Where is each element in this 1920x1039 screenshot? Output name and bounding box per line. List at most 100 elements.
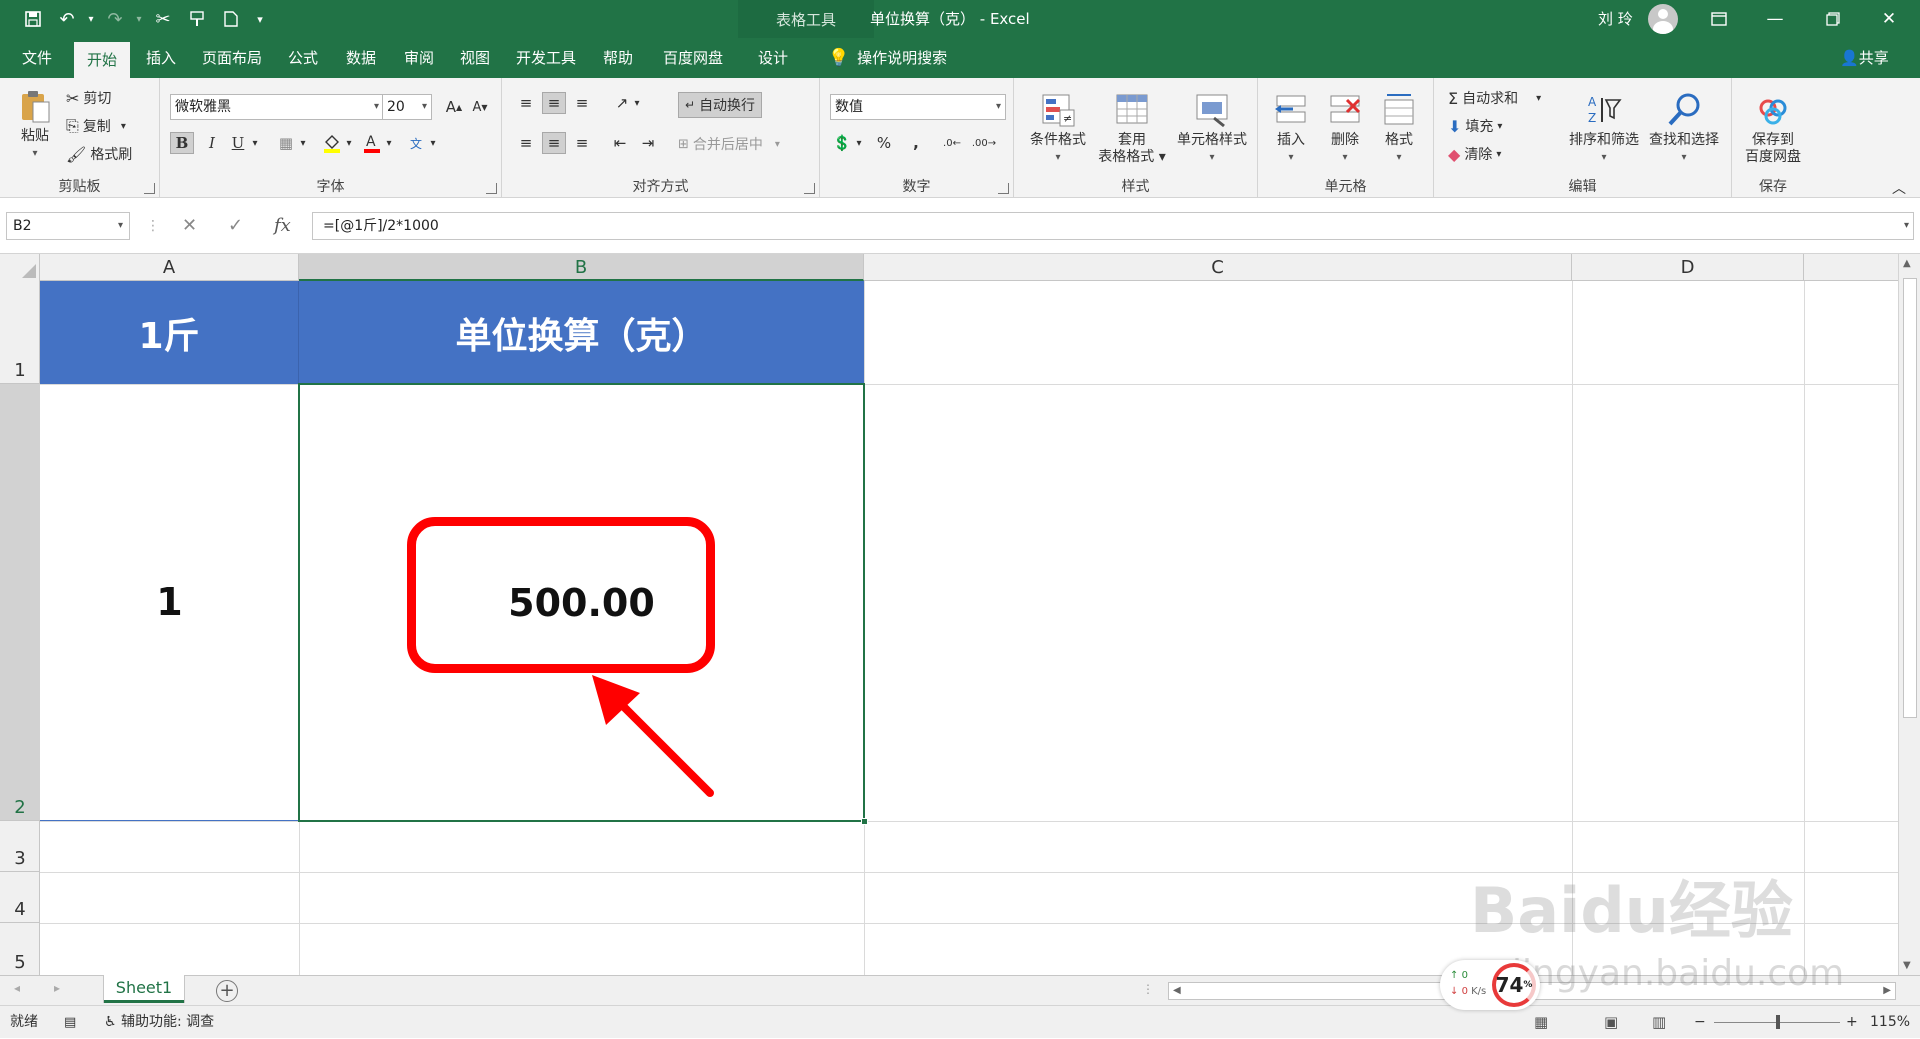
align-middle-icon[interactable]: ≡ [542, 92, 566, 114]
align-bottom-icon[interactable]: ≡ [570, 92, 594, 114]
sort-filter-button[interactable]: AZ 排序和筛选 ▾ [1564, 92, 1644, 166]
column-header-d[interactable]: D [1572, 254, 1804, 281]
chevron-down-icon[interactable]: ▾ [84, 0, 98, 38]
bold-button[interactable]: B [170, 132, 194, 154]
column-header-c[interactable]: C [864, 254, 1572, 281]
zoom-slider-thumb[interactable] [1776, 1015, 1780, 1029]
fill-color-icon[interactable] [320, 132, 344, 154]
undo-icon[interactable]: ↶ [50, 0, 84, 38]
currency-icon[interactable]: 💲 [830, 132, 854, 154]
page-break-view-icon[interactable]: ▥ [1652, 1006, 1666, 1039]
scissors-icon[interactable]: ✂ [146, 0, 180, 38]
increase-decimal-icon[interactable]: .0← [940, 132, 964, 154]
save-icon[interactable] [16, 0, 50, 38]
cancel-icon[interactable]: ✕ [182, 212, 197, 240]
cell-a1[interactable]: 1斤 [40, 281, 299, 384]
column-header-b[interactable]: B [299, 254, 864, 281]
wrap-text-button[interactable]: ↵ 自动换行 [678, 92, 763, 118]
find-select-button[interactable]: 查找和选择 ▾ [1644, 92, 1724, 166]
tab-developer[interactable]: 开发工具 [508, 38, 584, 78]
decrease-indent-icon[interactable]: ⇤ [608, 132, 632, 154]
new-file-icon[interactable] [214, 0, 248, 38]
cut-button[interactable]: ✂ 剪切 [66, 88, 111, 108]
vertical-scrollbar[interactable]: ▲ ▼ [1898, 254, 1920, 975]
restore-icon[interactable] [1810, 0, 1856, 38]
chevron-down-icon[interactable]: ▾ [342, 132, 356, 154]
insert-cells-button[interactable]: 插入 ▾ [1266, 92, 1316, 166]
cell-styles-button[interactable]: 单元格样式 ▾ [1170, 92, 1254, 166]
fill-button[interactable]: ⬇ 填充 ▾ [1448, 116, 1502, 136]
fill-handle[interactable] [861, 818, 868, 825]
dialog-launcher-icon[interactable] [804, 183, 815, 194]
paste-button[interactable]: 粘贴 ▾ [12, 88, 58, 162]
ribbon-display-options-icon[interactable] [1696, 0, 1742, 38]
grow-font-icon[interactable]: A ▲ [442, 96, 466, 118]
add-sheet-icon[interactable]: + [216, 980, 238, 1002]
chevron-down-icon[interactable]: ▾ [296, 132, 310, 154]
formula-input[interactable]: =[@1斤]/2*1000 ▾ [312, 212, 1914, 240]
page-layout-view-icon[interactable]: ▣ [1604, 1006, 1618, 1039]
scroll-left-icon[interactable]: ◀ [1173, 985, 1181, 996]
save-to-netdisk-button[interactable]: 保存到 百度网盘 [1736, 92, 1810, 166]
next-sheet-icon[interactable]: ▸ [54, 981, 60, 995]
dialog-launcher-icon[interactable] [998, 183, 1009, 194]
tab-file[interactable]: 文件 [14, 38, 60, 78]
dialog-launcher-icon[interactable] [486, 183, 497, 194]
tab-home[interactable]: 开始 [74, 42, 130, 78]
zoom-out-icon[interactable]: − [1694, 1006, 1706, 1039]
phonetic-icon[interactable]: 文 [404, 132, 428, 154]
decrease-decimal-icon[interactable]: .00→ [972, 132, 996, 154]
tab-split-grip-icon[interactable]: ⋮ [1142, 982, 1154, 996]
column-header-e[interactable] [1804, 254, 1898, 281]
font-name-select[interactable]: 微软雅黑 ▾ [170, 94, 384, 120]
tab-data[interactable]: 数据 [338, 38, 384, 78]
tab-review[interactable]: 审阅 [396, 38, 442, 78]
percent-button[interactable]: % [872, 132, 896, 154]
clear-button[interactable]: ◆ 清除 ▾ [1448, 144, 1501, 164]
network-speed-widget[interactable]: ↑ 0 ↓ 0 K/s 74% [1440, 960, 1540, 1010]
tab-page-layout[interactable]: 页面布局 [196, 38, 268, 78]
redo-icon[interactable]: ↷ [98, 0, 132, 38]
format-painter-icon[interactable] [180, 0, 214, 38]
number-format-select[interactable]: 数值 ▾ [830, 94, 1006, 120]
normal-view-icon[interactable]: ▦ [1534, 1006, 1548, 1039]
vertical-scroll-thumb[interactable] [1903, 278, 1917, 718]
borders-icon[interactable]: ▦ [274, 132, 298, 154]
cell-a2[interactable]: 1 [40, 384, 299, 821]
user-name[interactable]: 刘 玲 [1598, 0, 1633, 38]
insert-function-icon[interactable]: fx [274, 212, 291, 240]
align-center-icon[interactable]: ≡ [542, 132, 566, 154]
format-as-table-button[interactable]: 套用 表格格式 ▾ [1094, 92, 1170, 166]
tab-formulas[interactable]: 公式 [280, 38, 326, 78]
scroll-right-icon[interactable]: ▶ [1883, 985, 1891, 996]
format-painter-button[interactable]: 🖌 格式刷 [66, 144, 132, 164]
name-box[interactable]: B2 ▾ [6, 212, 130, 240]
conditional-format-button[interactable]: ≠ 条件格式 ▾ [1022, 92, 1094, 166]
row-header-2[interactable]: 2 [0, 384, 40, 821]
share-button[interactable]: 👤共享 [1840, 38, 1889, 78]
row-header-3[interactable]: 3 [0, 821, 40, 872]
zoom-level[interactable]: 115% [1870, 1006, 1910, 1039]
increase-indent-icon[interactable]: ⇥ [636, 132, 660, 154]
delete-cells-button[interactable]: 删除 ▾ [1320, 92, 1370, 166]
dialog-launcher-icon[interactable] [144, 183, 155, 194]
italic-button[interactable]: I [200, 132, 224, 154]
tell-me-search[interactable]: 💡 操作说明搜索 [828, 38, 947, 78]
tab-baidu-netdisk[interactable]: 百度网盘 [654, 38, 732, 78]
scroll-down-icon[interactable]: ▼ [1903, 960, 1911, 971]
cell-b1[interactable]: 单位换算（克） [299, 281, 864, 384]
sheet-tab-sheet1[interactable]: Sheet1 [104, 975, 184, 1003]
row-header-1[interactable]: 1 [0, 281, 40, 384]
expand-formula-icon[interactable]: ▾ [1904, 213, 1909, 239]
macro-record-icon[interactable]: ▤ [64, 1006, 76, 1039]
font-color-icon[interactable]: A [360, 132, 384, 154]
tab-help[interactable]: 帮助 [594, 38, 642, 78]
tab-view[interactable]: 视图 [452, 38, 498, 78]
accessibility-status[interactable]: ♿ 辅助功能: 调查 [104, 1006, 214, 1039]
merge-center-button[interactable]: ⊞ 合并后居中 ▾ [678, 134, 780, 154]
zoom-slider[interactable] [1714, 1006, 1840, 1039]
align-right-icon[interactable]: ≡ [570, 132, 594, 154]
comma-button[interactable]: , [904, 132, 928, 154]
row-header-4[interactable]: 4 [0, 872, 40, 923]
underline-button[interactable]: U [226, 132, 250, 154]
